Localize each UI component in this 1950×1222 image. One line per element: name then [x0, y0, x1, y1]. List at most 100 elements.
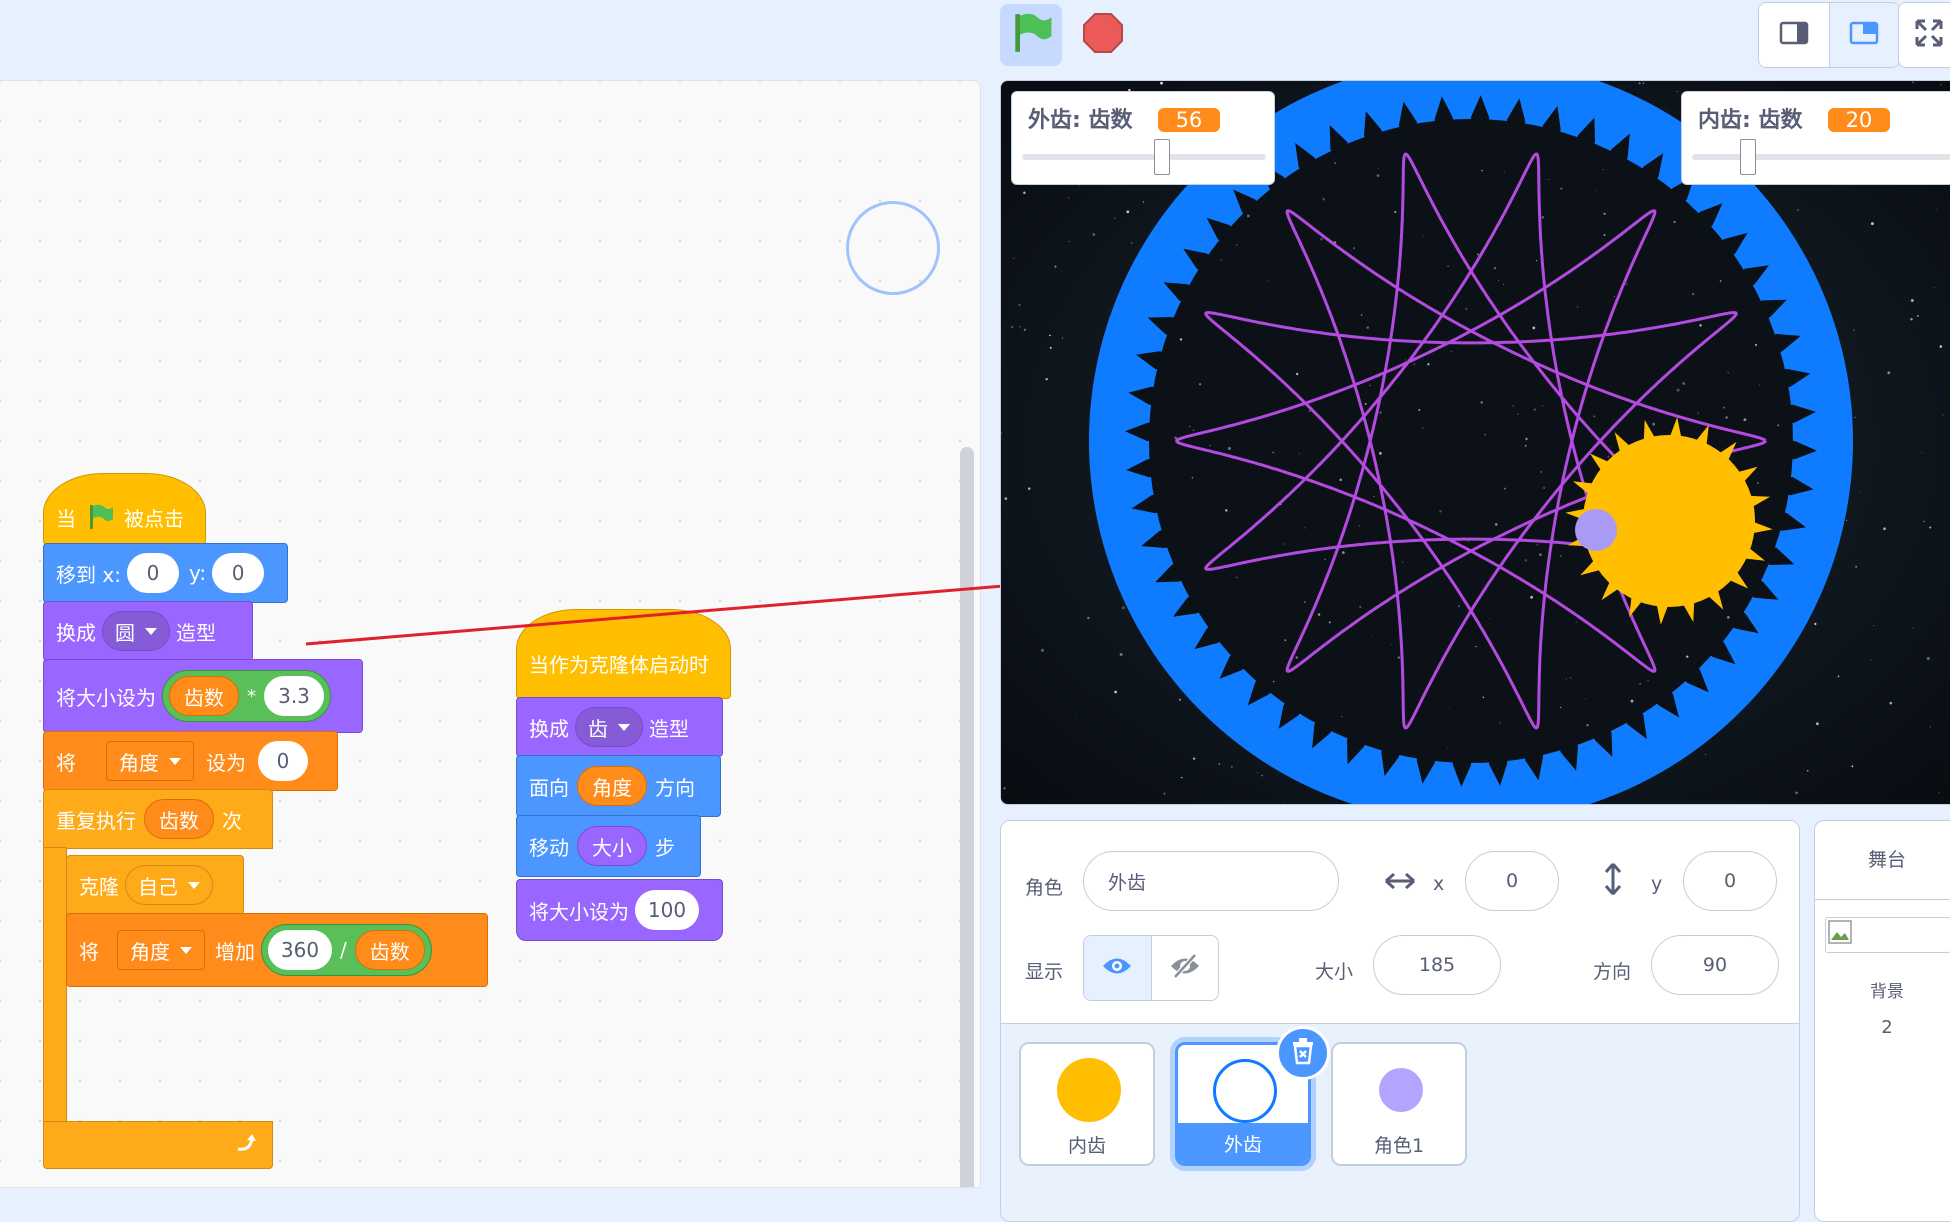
sprite-tile-sprite1[interactable]: 角色1 — [1331, 1042, 1467, 1166]
inner-monitor-value: 20 — [1827, 108, 1891, 132]
multiply-value-input[interactable]: 3.3 — [264, 676, 324, 716]
outer-slider-track[interactable] — [1022, 154, 1266, 160]
clone-target-value: 自己 — [138, 874, 178, 899]
sprite-name-value: 外齿 — [1108, 871, 1147, 894]
divide-right-variable[interactable]: 齿数 — [354, 930, 425, 970]
teeth-variable[interactable]: 齿数 — [169, 676, 239, 716]
size-label: 大小 — [1315, 961, 1354, 983]
stage-canvas[interactable] — [1001, 81, 1950, 804]
stop-icon — [1082, 12, 1124, 58]
sprite-info-panel: 角色 外齿 x 0 y 0 显示 大小 185 方向 90 内齿 外齿 角色1 — [1000, 820, 1800, 1222]
repeat-arrow-icon — [234, 1131, 258, 1159]
small-stage-button[interactable] — [1759, 3, 1830, 67]
large-stage-icon — [1849, 21, 1879, 49]
x-field[interactable]: 0 — [1465, 851, 1559, 911]
create-clone-block[interactable]: 克隆 自己 — [66, 855, 244, 915]
set-variable-block[interactable]: 将 角度 设为 0 — [43, 731, 338, 791]
green-flag-button[interactable] — [1000, 4, 1062, 66]
stage-panel[interactable]: 舞台 背景 2 — [1814, 820, 1950, 1222]
stage-panel-divider — [1815, 899, 1950, 900]
repeat-suffix: 次 — [222, 808, 242, 833]
size-field[interactable]: 185 — [1373, 935, 1501, 995]
x-arrows-icon — [1383, 869, 1417, 897]
repeat-block[interactable]: 重复执行 齿数 次 — [43, 789, 273, 849]
sprite-thumbnail — [1379, 1068, 1423, 1112]
set-size-block[interactable]: 将大小设为 齿数 * 3.3 — [43, 659, 363, 733]
change-variable-block[interactable]: 将 角度 增加 360 / 齿数 — [66, 913, 488, 987]
sprite-name-field[interactable]: 外齿 — [1083, 851, 1339, 911]
size-variable[interactable]: 大小 — [577, 826, 647, 866]
outer-teeth-monitor[interactable]: 外齿: 齿数 56 — [1011, 91, 1275, 185]
code-scrollbar[interactable] — [960, 447, 974, 1187]
goto-y-label: y: — [188, 561, 207, 585]
change-var-label: 将 — [79, 939, 99, 964]
x-value: 0 — [1505, 870, 1519, 892]
sprite-tile-label: 角色1 — [1373, 1134, 1425, 1157]
eye-icon — [1101, 955, 1133, 981]
direction-field[interactable]: 90 — [1651, 935, 1779, 995]
sprite-thumbnail — [1213, 1059, 1277, 1123]
angle-variable[interactable]: 角度 — [577, 766, 647, 806]
inner-slider-track[interactable] — [1692, 154, 1950, 160]
direction-label: 方向 — [1593, 961, 1632, 983]
set-var-value-input[interactable]: 0 — [258, 741, 308, 781]
goto-x-input[interactable]: 0 — [126, 553, 179, 593]
divide-symbol: / — [340, 938, 347, 962]
stage-size-toggle[interactable] — [1758, 2, 1900, 68]
outer-slider-thumb[interactable] — [1154, 139, 1170, 175]
change-var-mid: 增加 — [215, 939, 255, 964]
y-arrows-icon — [1601, 861, 1625, 901]
pen-sprite — [1575, 509, 1617, 551]
multiply-symbol: * — [247, 685, 256, 707]
switch-costume-block[interactable]: 换成 圆 造型 — [43, 601, 253, 661]
clone-label: 克隆 — [79, 874, 119, 899]
visibility-toggle[interactable] — [1083, 935, 1219, 1001]
inner-teeth-monitor[interactable]: 内齿: 齿数 20 — [1681, 91, 1950, 185]
small-stage-icon — [1779, 21, 1809, 49]
clone-costume-suffix: 造型 — [649, 716, 689, 741]
stage[interactable]: 外齿: 齿数 56 内齿: 齿数 20 — [1000, 80, 1950, 805]
repeat-count-variable[interactable]: 齿数 — [144, 799, 214, 839]
variable-value: 角度 — [119, 750, 159, 775]
change-variable-dropdown[interactable]: 角度 — [117, 930, 205, 970]
inner-slider-thumb[interactable] — [1740, 139, 1756, 175]
move-label: 移动 — [529, 835, 569, 860]
point-direction-block[interactable]: 面向 角度 方向 — [516, 755, 721, 817]
show-button[interactable] — [1084, 936, 1152, 1000]
clone-costume-value: 齿 — [588, 716, 608, 741]
go-to-xy-block[interactable]: 移到 x: 0 y: 0 — [43, 543, 288, 603]
size-value: 185 — [1418, 954, 1456, 976]
sprite-tile-inner[interactable]: 内齿 — [1019, 1042, 1155, 1166]
sprite-tile-label: 外齿 — [1178, 1123, 1308, 1163]
large-stage-button[interactable] — [1829, 3, 1899, 67]
hide-button[interactable] — [1152, 936, 1219, 1000]
clone-switch-costume-block[interactable]: 换成 齿 造型 — [516, 697, 723, 757]
sprite-tile-label: 内齿 — [1067, 1134, 1106, 1157]
backdrop-thumbnail[interactable] — [1825, 917, 1950, 953]
broken-image-icon — [1828, 920, 1854, 950]
multiply-operator[interactable]: 齿数 * 3.3 — [162, 670, 331, 722]
delete-sprite-button[interactable] — [1276, 1026, 1330, 1080]
goto-y-input[interactable]: 0 — [212, 553, 265, 593]
clone-set-size-input[interactable]: 100 — [635, 890, 699, 930]
clone-switch-label: 换成 — [529, 716, 569, 741]
clone-costume-dropdown[interactable]: 齿 — [575, 707, 643, 747]
variable-dropdown[interactable]: 角度 — [106, 741, 194, 781]
divide-left-input[interactable]: 360 — [268, 930, 332, 970]
top-bar — [0, 0, 1950, 80]
clone-set-size-block[interactable]: 将大小设为 100 — [516, 879, 723, 941]
set-size-label: 将大小设为 — [56, 685, 156, 710]
stop-button[interactable] — [1072, 4, 1134, 66]
inner-monitor-label: 内齿: 齿数 — [1698, 108, 1803, 133]
when-flag-clicked-block[interactable]: 当 被点击 — [43, 473, 206, 545]
when-start-as-clone-block[interactable]: 当作为克隆体启动时 — [516, 609, 731, 699]
costume-dropdown[interactable]: 圆 — [102, 611, 170, 651]
fullscreen-button[interactable] — [1898, 2, 1950, 68]
clone-target-dropdown[interactable]: 自己 — [125, 865, 213, 905]
move-steps-block[interactable]: 移动 大小 步 — [516, 815, 701, 877]
move-suffix: 步 — [655, 835, 675, 860]
code-area[interactable]: 当 被点击 移到 x: 0 y: 0 换成 圆 造型 将大小设为 齿数 * 3.… — [0, 80, 981, 1188]
repeat-footer[interactable] — [43, 1121, 273, 1169]
y-field[interactable]: 0 — [1683, 851, 1777, 911]
divide-operator[interactable]: 360 / 齿数 — [261, 924, 432, 976]
